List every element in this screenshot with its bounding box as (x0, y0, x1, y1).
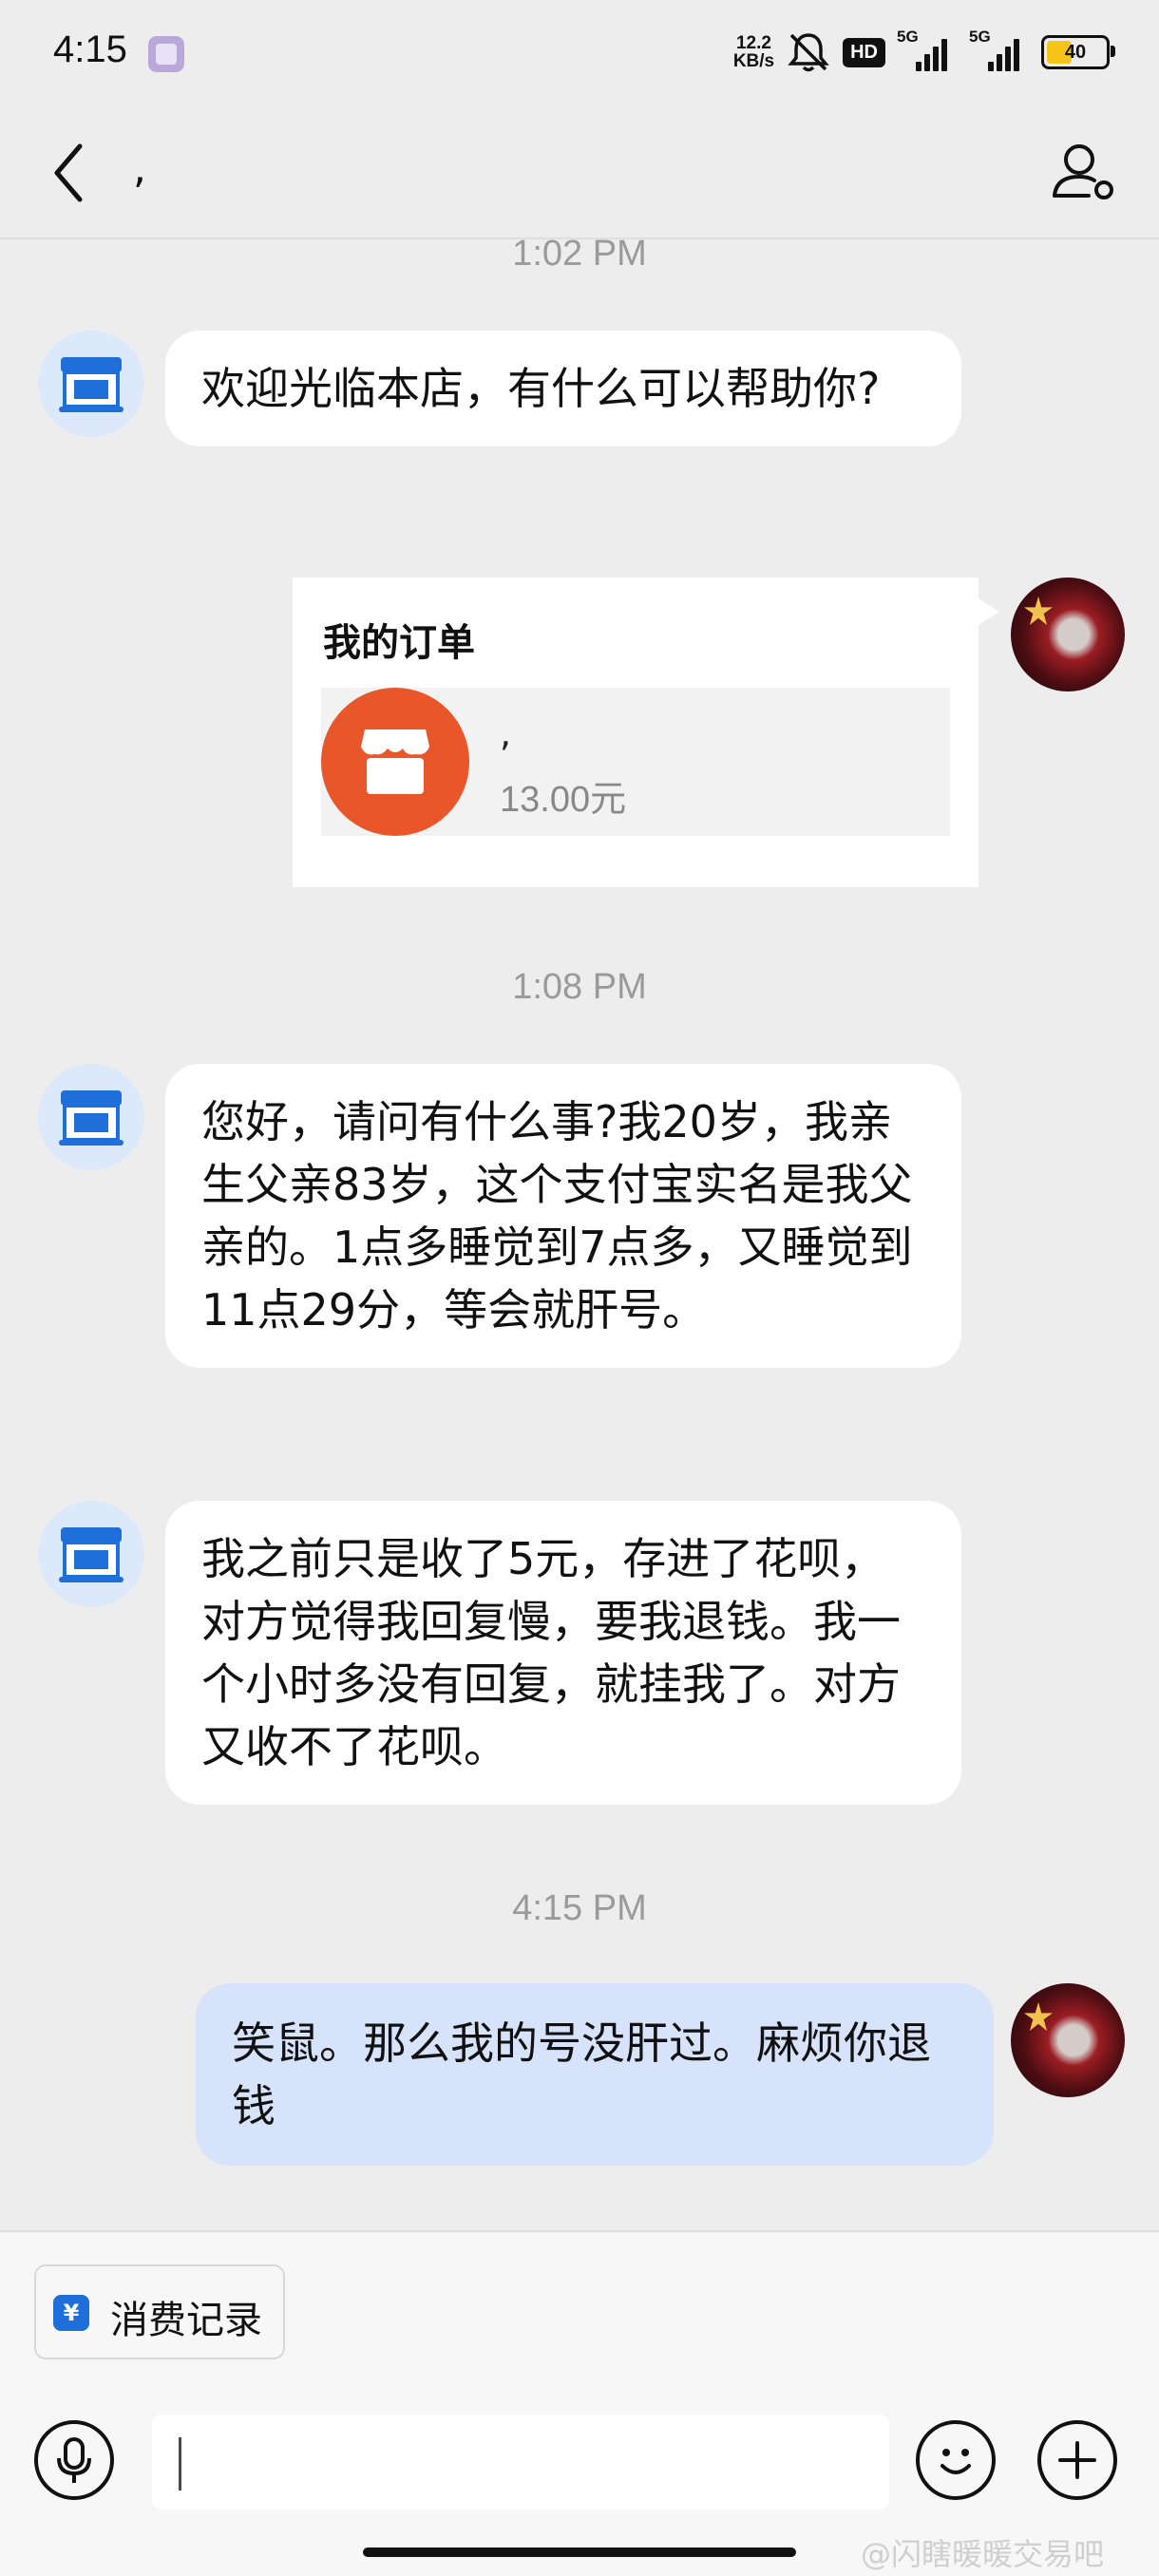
net-speed-unit: KB/s (732, 51, 775, 71)
signal-icon: 5G (897, 28, 958, 71)
timestamp: 1:08 PM (512, 967, 647, 1007)
message-list[interactable]: 1:02 PM 欢迎光临本店，有什么可以帮助你? 我的订单 , 13.00元 1… (0, 234, 1159, 2230)
voice-input-button[interactable] (34, 2420, 114, 2500)
battery-level: 40 (1064, 41, 1087, 63)
text-cursor (179, 2437, 181, 2491)
user-avatar[interactable] (1011, 578, 1125, 691)
input-area: ¥ 消费记录 @闪瞎暖暖交易吧 (0, 2230, 1159, 2576)
battery-icon: 40 (1041, 35, 1115, 69)
plus-icon (1058, 2441, 1096, 2479)
order-item-price: 13.00元 (500, 780, 627, 820)
message-input[interactable] (152, 2415, 889, 2510)
store-icon (321, 688, 469, 836)
home-indicator[interactable] (363, 2548, 796, 2557)
shop-icon (59, 1090, 124, 1146)
signal-label-2: 5G (969, 28, 991, 46)
consumption-records-label: 消费记录 (110, 2299, 262, 2342)
status-bar: 4:15 12.2 KB/s HD 5G 5G 40 (0, 0, 1159, 106)
more-button[interactable] (1037, 2420, 1117, 2500)
hd-icon: HD (843, 37, 885, 67)
back-arrow-icon[interactable] (44, 135, 101, 211)
shop-avatar[interactable] (38, 1064, 144, 1170)
status-time: 4:15 (53, 28, 127, 70)
chat-header: , (0, 106, 1159, 239)
microphone-icon (57, 2437, 91, 2483)
net-speed-value: 12.2 (735, 33, 771, 53)
shop-icon (59, 1527, 124, 1582)
profile-settings-icon[interactable] (1047, 133, 1123, 209)
user-avatar[interactable] (1011, 1983, 1125, 2097)
message-bubble[interactable]: 您好，请问有什么事?我20岁，我亲生父亲83岁，这个支付宝实名是我父亲的。1点多… (165, 1064, 961, 1368)
signal-icon-2: 5G (969, 28, 1030, 71)
emoji-button[interactable] (916, 2420, 996, 2500)
shop-avatar[interactable] (38, 331, 144, 437)
chat-title: , (133, 144, 146, 193)
consumption-records-button[interactable]: ¥ 消费记录 (34, 2264, 285, 2359)
message-bubble[interactable]: 我之前只是收了5元，存进了花呗，对方觉得我回复慢，要我退钱。我一个小时多没有回复… (165, 1501, 961, 1805)
yuan-icon: ¥ (53, 2295, 89, 2331)
shop-icon (59, 357, 124, 412)
order-card-title: 我的订单 (323, 621, 475, 665)
emoji-icon (940, 2449, 971, 2474)
app-notification-icon (148, 36, 184, 72)
order-card[interactable]: 我的订单 , 13.00元 (293, 578, 999, 887)
timestamp: 4:15 PM (512, 1888, 647, 1928)
signal-label-1: 5G (897, 28, 919, 46)
status-icons: 12.2 KB/s HD 5G 5G 40 (733, 28, 1115, 76)
timestamp: 1:02 PM (512, 234, 647, 274)
mute-icon (788, 33, 829, 72)
order-item[interactable]: , 13.00元 (321, 688, 950, 836)
bottom-divider (0, 2230, 1159, 2232)
shop-avatar[interactable] (38, 1501, 144, 1607)
watermark: @闪瞎暖暖交易吧 (861, 2536, 1105, 2572)
order-item-name: , (500, 712, 512, 754)
net-speed: 12.2 KB/s (733, 34, 774, 70)
message-bubble[interactable]: 欢迎光临本店，有什么可以帮助你? (165, 331, 961, 446)
message-bubble-sent[interactable]: 笑鼠。那么我的号没肝过。麻烦你退钱 (196, 1983, 994, 2166)
